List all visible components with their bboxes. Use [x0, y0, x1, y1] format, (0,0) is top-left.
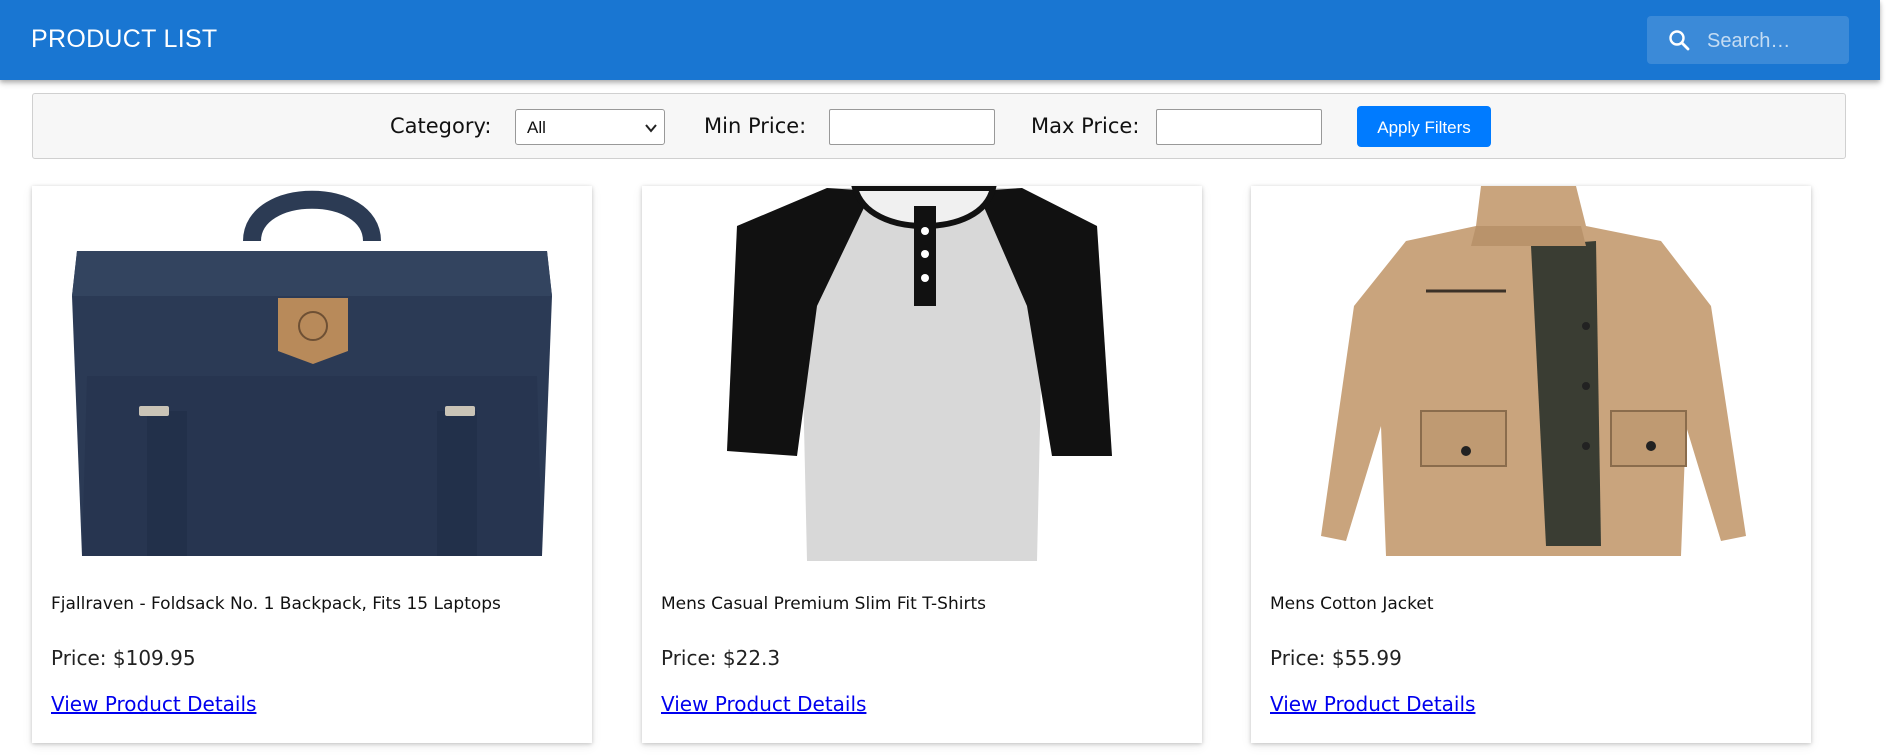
product-card: Mens Casual Premium Slim Fit T-Shirts Pr…: [642, 186, 1202, 743]
product-card: Mens Cotton Jacket Price: $55.99 View Pr…: [1251, 186, 1811, 743]
product-title: Mens Casual Premium Slim Fit T-Shirts: [661, 594, 986, 614]
min-price-input[interactable]: [829, 109, 995, 145]
max-price-label: Max Price:: [1031, 114, 1140, 138]
max-price-input[interactable]: [1156, 109, 1322, 145]
search-box[interactable]: [1647, 16, 1849, 64]
search-icon: [1669, 30, 1690, 51]
view-product-details-link[interactable]: View Product Details: [1270, 692, 1475, 716]
product-title: Fjallraven - Foldsack No. 1 Backpack, Fi…: [51, 594, 501, 614]
product-title: Mens Cotton Jacket: [1270, 594, 1434, 614]
apply-filters-button[interactable]: Apply Filters: [1357, 106, 1491, 147]
backpack-image: [72, 190, 552, 556]
chevron-down-icon: [645, 124, 657, 133]
category-select-value: All: [527, 118, 546, 137]
category-select[interactable]: All: [515, 109, 665, 145]
filter-bar: Category: All Min Price: Max Price: Appl…: [32, 93, 1846, 159]
page-title: PRODUCT LIST: [31, 25, 218, 53]
view-product-details-link[interactable]: View Product Details: [661, 692, 866, 716]
raglan-tshirt-image: [727, 186, 1112, 561]
product-price: Price: $55.99: [1270, 646, 1402, 670]
category-label: Category:: [390, 114, 492, 138]
product-card: Fjallraven - Foldsack No. 1 Backpack, Fi…: [32, 186, 592, 743]
cotton-jacket-image: [1321, 186, 1746, 556]
view-product-details-link[interactable]: View Product Details: [51, 692, 256, 716]
app-bar: PRODUCT LIST: [0, 0, 1880, 80]
min-price-label: Min Price:: [704, 114, 807, 138]
product-price: Price: $109.95: [51, 646, 196, 670]
product-price: Price: $22.3: [661, 646, 781, 670]
search-input[interactable]: [1705, 26, 1839, 56]
